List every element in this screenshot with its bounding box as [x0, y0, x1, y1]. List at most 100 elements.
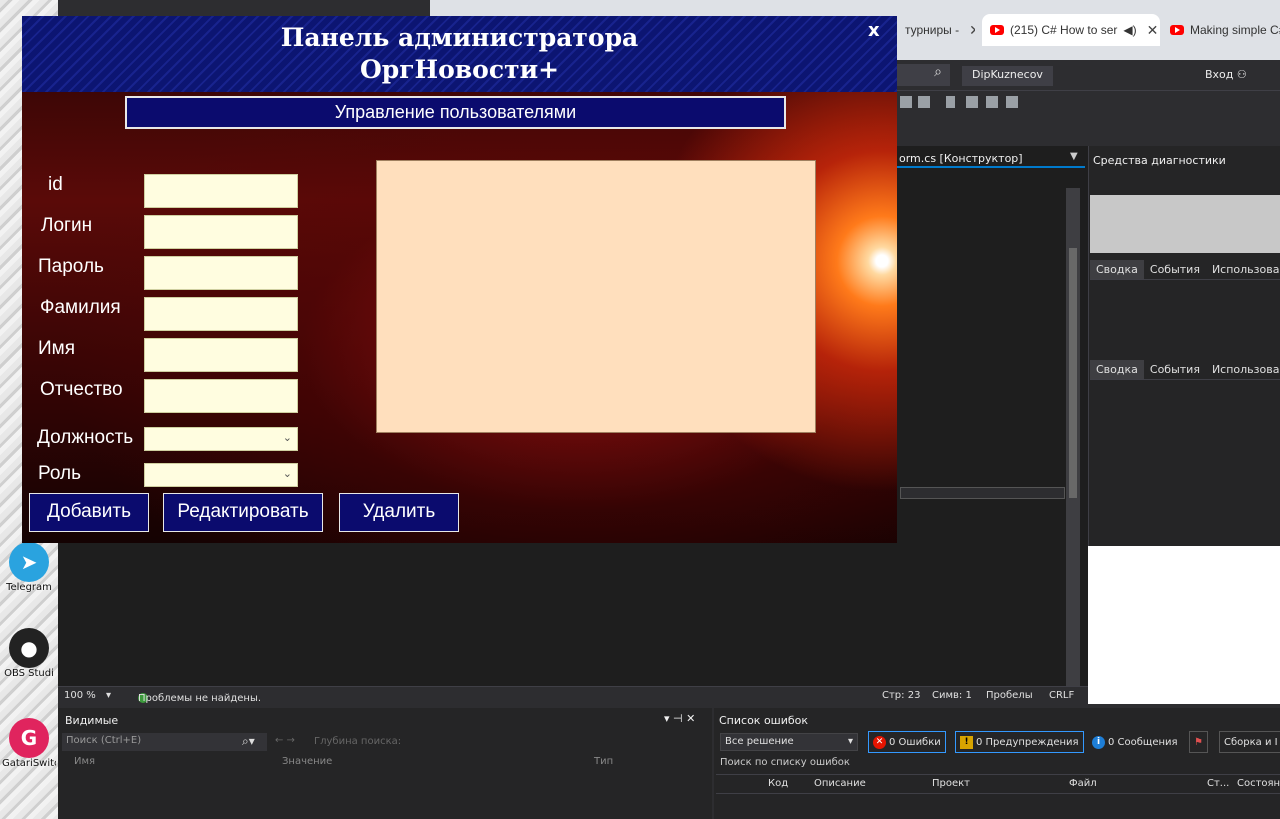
bookmark-icon[interactable] — [946, 96, 955, 108]
nav-arrows[interactable]: ← → — [275, 735, 295, 746]
tab-summary[interactable]: Сводка — [1090, 260, 1144, 279]
user-icon: ⚇ — [1236, 68, 1247, 81]
diagnostics-graph — [1090, 195, 1280, 253]
speaker-icon: ◀) — [1123, 23, 1137, 37]
desktop-icon-label: GatariSwitc — [2, 758, 56, 769]
label-surname: Фамилия — [40, 297, 121, 318]
filter-icon[interactable]: ⚑ — [1189, 731, 1208, 753]
youtube-icon — [1170, 25, 1184, 35]
column-file[interactable]: Файл — [1069, 778, 1097, 789]
warning-icon: ! — [960, 735, 973, 749]
obs-icon: ● — [9, 628, 49, 668]
section-title: Управление пользователями — [125, 96, 786, 129]
warnings-label: 0 Предупреждения — [976, 736, 1079, 748]
error-scope-value: Все решение — [725, 736, 794, 747]
tab-usage[interactable]: Использование — [1206, 260, 1280, 279]
zoom-level[interactable]: 100 % — [64, 690, 96, 701]
browser-tab[interactable]: Making simple C# — [1162, 14, 1280, 46]
messages-filter-button[interactable]: i0 Сообщения — [1087, 731, 1183, 753]
id-field[interactable] — [144, 174, 298, 208]
edit-button[interactable]: Редактировать — [163, 493, 323, 532]
tab-label: Making simple C# — [1190, 23, 1280, 37]
label-password: Пароль — [38, 256, 104, 277]
error-icon: ✕ — [873, 735, 886, 749]
toolbar-icon[interactable] — [900, 96, 912, 108]
build-select-value: Сборка и I — [1224, 736, 1278, 748]
whitespace-mode[interactable]: Пробелы — [986, 690, 1033, 701]
tab-events[interactable]: События — [1144, 360, 1206, 379]
toolbar-icon[interactable] — [966, 96, 978, 108]
pin-icon[interactable]: ▾ ⊣ ✕ — [664, 712, 695, 725]
watch-search-input[interactable]: Поиск (Ctrl+E) — [62, 733, 267, 751]
error-scope-select[interactable]: Все решение ▾ — [720, 733, 858, 751]
column-name: Имя — [74, 756, 96, 767]
add-button[interactable]: Добавить — [29, 493, 149, 532]
vertical-scrollbar[interactable] — [1066, 188, 1080, 688]
tab-usage[interactable]: Использование — [1206, 360, 1280, 379]
column-project[interactable]: Проект — [932, 778, 970, 789]
admin-title: Панель администратора ОргНовости+ — [22, 22, 897, 86]
column-state[interactable]: Состоян — [1237, 778, 1280, 789]
close-button[interactable]: x — [868, 20, 880, 41]
tab-summary[interactable]: Сводка — [1090, 360, 1144, 379]
warnings-filter-button[interactable]: ! 0 Предупреждения — [955, 731, 1084, 753]
column-code[interactable]: Код — [768, 778, 788, 789]
surname-field[interactable] — [144, 297, 298, 331]
close-icon[interactable]: ✕ — [1147, 22, 1159, 39]
toolbar-icon[interactable] — [1006, 96, 1018, 108]
admin-title-line1: Панель администратора — [280, 23, 639, 52]
youtube-icon — [990, 25, 1004, 35]
editor-status-bar: 100 % ▾ Проблемы не найдены. Стр: 23 Сим… — [58, 686, 1088, 704]
desktop-icon-obs[interactable]: ● OBS Studi — [2, 628, 56, 679]
build-select[interactable]: Сборка и I — [1219, 731, 1280, 753]
column-value: Значение — [282, 756, 333, 767]
toolbar-icon[interactable] — [918, 96, 930, 108]
errors-label: 0 Ошибки — [889, 736, 941, 748]
chevron-down-icon[interactable]: ▾ — [106, 690, 111, 701]
project-name: DipKuznecov — [962, 66, 1053, 86]
desktop-icon-telegram[interactable]: ➤ Telegram — [2, 542, 56, 593]
role-select[interactable]: ⌄ — [144, 463, 298, 487]
login-field[interactable] — [144, 215, 298, 249]
search-icon[interactable]: ⌕▾ — [242, 734, 255, 749]
diagnostics-tabs: Сводка События Использование — [1090, 360, 1280, 380]
chevron-down-icon: ⌄ — [282, 431, 292, 444]
patronymic-field[interactable] — [144, 379, 298, 413]
column-number: Симв: 1 — [932, 690, 972, 701]
tab-events[interactable]: События — [1144, 260, 1206, 279]
column-type: Тип — [594, 756, 614, 767]
error-grid-header: Код Описание Проект Файл Ст... Состоян — [716, 774, 1280, 794]
scrollbar-thumb[interactable] — [1069, 248, 1077, 498]
label-name: Имя — [38, 338, 76, 359]
errors-filter-button[interactable]: ✕ 0 Ошибки — [868, 731, 946, 753]
column-line[interactable]: Ст... — [1207, 778, 1229, 789]
password-field[interactable] — [144, 256, 298, 290]
tab-label: турниры - — [905, 23, 960, 37]
login-label: Вход — [1205, 68, 1234, 81]
horizontal-scrollbar[interactable] — [900, 487, 1065, 499]
login-button[interactable]: Вход ⚇ — [1205, 68, 1247, 81]
column-description[interactable]: Описание — [814, 778, 866, 789]
editor-tab[interactable]: orm.cs [Конструктор] — [895, 150, 1085, 168]
delete-button[interactable]: Удалить — [339, 493, 459, 532]
error-search-input[interactable]: Поиск по списку ошибок — [720, 757, 850, 768]
label-patronymic: Отчество — [40, 379, 123, 400]
browser-tab-active[interactable]: (215) C# How to ser ◀) ✕ — [982, 14, 1160, 46]
desktop-icon-gatari[interactable]: G GatariSwitc — [2, 718, 56, 769]
toolbar-icon[interactable] — [986, 96, 998, 108]
chevron-down-icon: ▾ — [847, 736, 853, 747]
diagnostics-title: Средства диагностики — [1093, 154, 1226, 167]
name-field[interactable] — [144, 338, 298, 372]
search-depth-label: Глубина поиска: — [314, 736, 402, 747]
users-data-grid[interactable] — [376, 160, 816, 433]
messages-label: 0 Сообщения — [1108, 736, 1178, 748]
admin-title-line2: ОргНовости+ — [359, 55, 560, 84]
browser-tab[interactable]: турниры - ✕ — [897, 14, 975, 46]
line-endings[interactable]: CRLF — [1049, 690, 1074, 701]
chevron-down-icon[interactable]: ▼ — [1070, 151, 1078, 162]
position-select[interactable]: ⌄ — [144, 427, 298, 451]
error-list-title: Список ошибок — [719, 714, 809, 727]
close-icon[interactable]: ✕ — [969, 22, 975, 39]
desktop-icon-label: OBS Studi — [4, 668, 54, 679]
search-icon[interactable]: ⌕ — [895, 64, 950, 86]
